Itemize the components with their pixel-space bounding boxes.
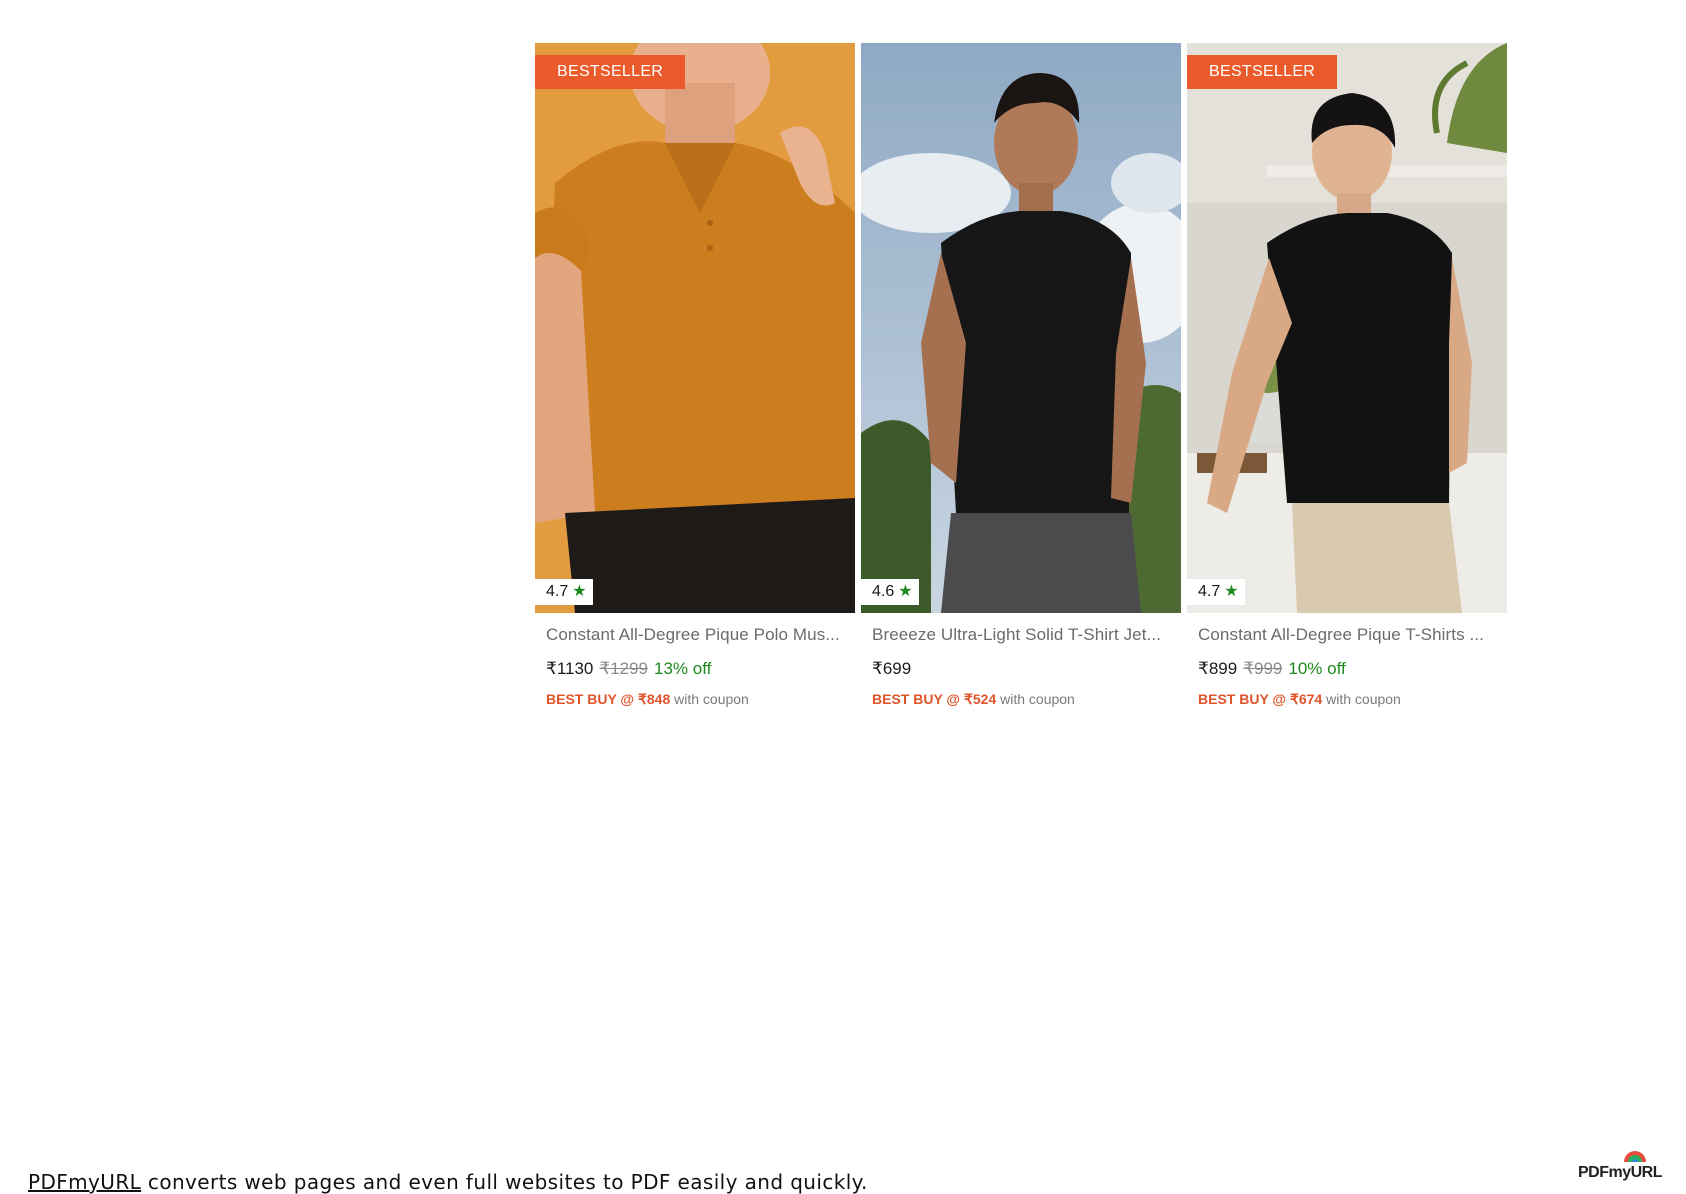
coupon-suffix: with coupon [1000, 691, 1075, 707]
best-buy-price: BEST BUY @ ₹674 [1198, 691, 1323, 707]
pdfmyurl-logo[interactable]: PDFmyURL [1578, 1164, 1663, 1182]
star-icon: ★ [1224, 583, 1239, 600]
product-image[interactable]: BESTSELLER 4.7 ★ [1187, 43, 1507, 613]
rating-badge: 4.7 ★ [535, 579, 593, 605]
original-price: ₹1299 [599, 659, 649, 678]
star-icon: ★ [572, 583, 587, 600]
rating-value: 4.7 [1198, 583, 1221, 600]
product-title[interactable]: Constant All-Degree Pique T-Shirts ... [1198, 625, 1496, 645]
rating-value: 4.7 [546, 583, 569, 600]
product-card[interactable]: BESTSELLER 4.7 ★ Constant All-Degree Piq… [535, 43, 855, 708]
product-info: Constant All-Degree Pique T-Shirts ... ₹… [1187, 613, 1507, 708]
product-grid: BESTSELLER 4.7 ★ Constant All-Degree Piq… [535, 43, 1507, 708]
footer-text: converts web pages and even full website… [141, 1170, 868, 1194]
coupon-offer: BEST BUY @ ₹674 with coupon [1198, 691, 1496, 708]
product-card[interactable]: BESTSELLER 4.7 ★ Constant All-Degree Piq… [1187, 43, 1507, 708]
discount-label: 13% off [654, 659, 712, 678]
best-buy-price: BEST BUY @ ₹524 [872, 691, 997, 707]
discount-label: 10% off [1288, 659, 1346, 678]
rating-value: 4.6 [872, 583, 895, 600]
product-image[interactable]: 4.6 ★ [861, 43, 1181, 613]
price-row: ₹699 [872, 659, 1170, 679]
original-price: ₹999 [1243, 659, 1283, 678]
rating-badge: 4.7 ★ [1187, 579, 1245, 605]
price-row: ₹899 ₹999 10% off [1198, 659, 1496, 679]
selling-price: ₹699 [872, 659, 912, 678]
product-image[interactable]: BESTSELLER 4.7 ★ [535, 43, 855, 613]
bestseller-badge: BESTSELLER [535, 55, 686, 89]
coupon-suffix: with coupon [674, 691, 749, 707]
coupon-offer: BEST BUY @ ₹848 with coupon [546, 691, 844, 708]
coupon-suffix: with coupon [1326, 691, 1401, 707]
best-buy-price: BEST BUY @ ₹848 [546, 691, 671, 707]
product-title[interactable]: Breeeze Ultra-Light Solid T-Shirt Jet... [872, 625, 1170, 645]
pdfmyurl-logo-icon [1624, 1151, 1646, 1162]
coupon-offer: BEST BUY @ ₹524 with coupon [872, 691, 1170, 708]
product-info: Constant All-Degree Pique Polo Mus... ₹1… [535, 613, 855, 708]
selling-price: ₹899 [1198, 659, 1238, 678]
product-info: Breeeze Ultra-Light Solid T-Shirt Jet...… [861, 613, 1181, 708]
pdfmyurl-footer: PDFmyURL converts web pages and even ful… [28, 1170, 868, 1194]
product-title[interactable]: Constant All-Degree Pique Polo Mus... [546, 625, 844, 645]
product-card[interactable]: 4.6 ★ Breeeze Ultra-Light Solid T-Shirt … [861, 43, 1181, 708]
star-icon: ★ [898, 583, 913, 600]
rating-badge: 4.6 ★ [861, 579, 919, 605]
price-row: ₹1130 ₹1299 13% off [546, 659, 844, 679]
selling-price: ₹1130 [546, 659, 594, 678]
bestseller-badge: BESTSELLER [1187, 55, 1338, 89]
pdfmyurl-link[interactable]: PDFmyURL [28, 1170, 141, 1194]
